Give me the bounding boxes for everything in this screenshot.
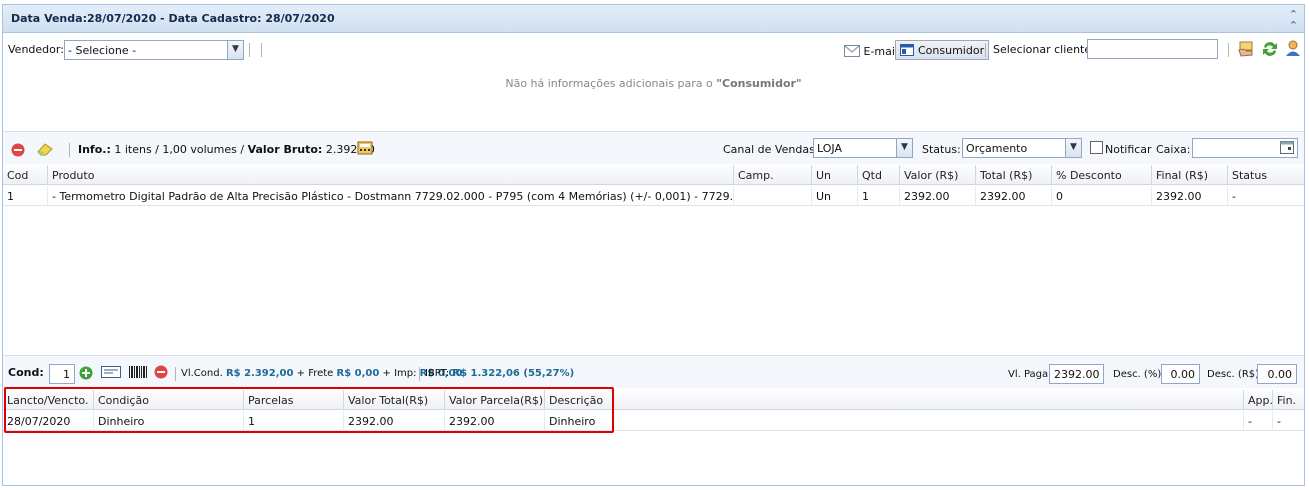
cliente-search-input[interactable]	[1087, 39, 1218, 59]
desc-rs-label: Desc. (R$):	[1207, 369, 1263, 380]
frete-label: + Frete	[293, 368, 337, 379]
divider	[985, 43, 986, 57]
divider	[419, 367, 420, 381]
table-cell: 0	[1051, 186, 1151, 206]
column-header[interactable]: Final (R$)	[1151, 165, 1227, 185]
column-header[interactable]: Cod	[3, 165, 47, 185]
table-cell: 1	[857, 186, 899, 206]
column-header[interactable]: Total (R$)	[975, 165, 1051, 185]
panel-header: Data Venda:28/07/2020 - Data Cadastro: 2…	[3, 5, 1304, 33]
consumidor-button[interactable]: Consumidor	[895, 40, 990, 60]
table-cell: -	[1227, 186, 1304, 206]
column-header[interactable]: Un	[811, 165, 857, 185]
frete-value: R$ 0,00	[336, 368, 380, 379]
card-icon[interactable]	[101, 366, 121, 378]
desc-pct-input[interactable]: 0.00	[1161, 364, 1200, 384]
vlcond-value: R$ 2.392,00	[225, 368, 294, 379]
valor-bruto-label: Valor Bruto:	[247, 143, 323, 156]
table-cell: 2392.00	[899, 186, 975, 206]
vlcond-label: Vl.Cond.	[181, 368, 223, 379]
column-header[interactable]: Fin.	[1272, 390, 1304, 410]
refresh-icon[interactable]	[1261, 40, 1279, 58]
table-cell: Un	[811, 186, 857, 206]
cond-label: Cond:	[8, 366, 44, 379]
column-header[interactable]: Status	[1227, 165, 1304, 185]
notificar-checkbox[interactable]	[1090, 141, 1103, 154]
divider	[175, 367, 176, 381]
canal-vendas-label: Canal de Vendas:	[723, 143, 819, 156]
table-row[interactable]: 1 - Termometro Digital Padrão de Alta Pr…	[3, 186, 1304, 206]
remove-icon[interactable]	[11, 143, 25, 157]
column-header[interactable]: % Desconto	[1051, 165, 1151, 185]
collapse-icon[interactable]: ⌃ ⌃	[1289, 9, 1298, 31]
status-label: Status:	[922, 143, 961, 156]
info-area: Não há informações adicionais para o "Co…	[3, 67, 1304, 131]
vendedor-select[interactable]: - Selecione - ▼	[64, 40, 244, 60]
add-icon[interactable]	[79, 366, 93, 380]
table-cell: 1	[7, 190, 14, 203]
desc-rs-input[interactable]: 0.00	[1257, 364, 1297, 384]
info-text: 1 itens / 1,00 volumes /	[110, 143, 248, 156]
consumidor-label: Consumidor	[918, 44, 985, 57]
vendedor-select-value: - Selecione -	[68, 44, 137, 57]
column-header[interactable]: Camp.	[733, 165, 811, 185]
status-value: Orçamento	[966, 142, 1028, 155]
info-message-text: Não há informações adicionais para o	[505, 77, 717, 90]
info-label: Info.:	[78, 143, 111, 156]
ibpt-label: IBPT:	[425, 368, 450, 379]
items-table-header: Cod Produto Camp. Un Qtd Valor (R$) Total (R$)…	[3, 165, 1304, 185]
user-icon[interactable]	[1284, 39, 1302, 57]
chevron-down-icon: ▼	[1065, 139, 1081, 157]
vendedor-label: Vendedor:	[8, 43, 64, 56]
chevron-down-icon: ▼	[227, 41, 243, 59]
items-info: Info.: 1 itens / 1,00 volumes / Valor Br…	[78, 143, 375, 156]
divider	[261, 43, 262, 57]
table-cell: - Termometro Digital Padrão de Alta Prec…	[47, 186, 733, 206]
ibpt-value: R$ 1.322,06 (55,27%)	[452, 368, 575, 379]
notificar-label: Notificar	[1105, 143, 1152, 156]
calculator-icon[interactable]	[357, 141, 373, 155]
table-cell: 2392.00	[1151, 186, 1227, 206]
barcode-icon[interactable]	[129, 366, 147, 378]
calendar-icon[interactable]	[1280, 141, 1294, 154]
email-button[interactable]: E-mail	[844, 43, 898, 59]
column-header[interactable]: App.	[1243, 390, 1272, 410]
panel-title: Data Venda:28/07/2020 - Data Cadastro: 2…	[11, 12, 335, 25]
highlight-box	[4, 387, 614, 433]
envelope-icon	[844, 45, 860, 57]
selecionar-cliente-label: Selecionar cliente:	[993, 43, 1095, 56]
app-cell: -	[1243, 411, 1272, 431]
divider	[249, 43, 250, 57]
vl-pagar-input[interactable]: 2392.00	[1049, 364, 1104, 384]
column-header[interactable]: Valor (R$)	[899, 165, 975, 185]
canal-vendas-select[interactable]: LOJA ▼	[813, 138, 913, 158]
canal-vendas-value: LOJA	[817, 142, 842, 155]
column-header[interactable]: Qtd	[857, 165, 899, 185]
desc-pct-label: Desc. (%):	[1113, 369, 1165, 380]
table-cell: 2392.00	[975, 186, 1051, 206]
ibpt-summary: IBPT: R$ 1.322,06 (55,27%)	[425, 368, 574, 379]
email-label: E-mail	[863, 45, 899, 58]
chevron-down-icon: ▼	[896, 139, 912, 157]
imp-label: + Imp:	[379, 368, 420, 379]
status-select[interactable]: Orçamento ▼	[962, 138, 1082, 158]
caixa-label: Caixa:	[1156, 143, 1191, 156]
info-message: Não há informações adicionais para o "Co…	[3, 77, 1304, 90]
cond-summary: Vl.Cond. R$ 2.392,00 + Frete R$ 0,00 + I…	[181, 368, 462, 379]
fin-cell: -	[1272, 411, 1304, 431]
eraser-icon[interactable]	[36, 141, 54, 157]
table-cell	[733, 186, 811, 206]
info-message-name: "Consumidor"	[716, 77, 802, 90]
column-header[interactable]: Produto	[47, 165, 733, 185]
divider	[1228, 43, 1229, 57]
remove-icon[interactable]	[154, 365, 168, 379]
window-icon	[900, 44, 914, 56]
hand-card-icon[interactable]	[1237, 40, 1255, 58]
cond-input[interactable]: 1	[49, 364, 75, 384]
sale-panel: Data Venda:28/07/2020 - Data Cadastro: 2…	[2, 4, 1305, 486]
divider	[69, 143, 70, 157]
